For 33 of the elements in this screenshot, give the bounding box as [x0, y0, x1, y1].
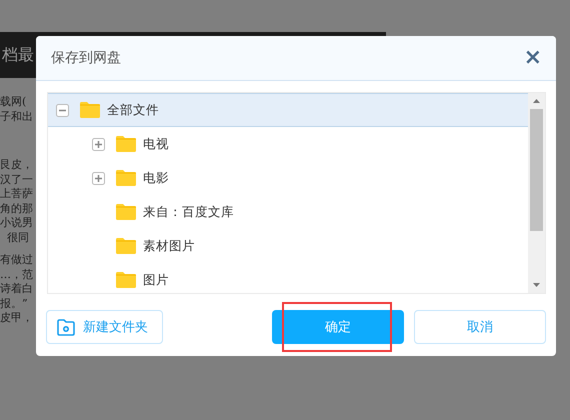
background-text: …，范: [0, 268, 33, 282]
folder-row[interactable]: 图片: [48, 263, 528, 293]
folder-icon: [116, 170, 136, 186]
background-text: 艮皮，: [0, 158, 33, 172]
background-text: 子和出: [0, 110, 33, 124]
folder-icon: [80, 102, 100, 118]
background-text: 皮甲，: [0, 311, 33, 326]
background-text: 小说男: [0, 216, 33, 230]
background-text: 有做过: [0, 253, 33, 268]
background-text: 上菩萨: [0, 187, 33, 202]
expand-toggle-icon[interactable]: [92, 172, 105, 184]
close-button[interactable]: ×: [524, 47, 542, 69]
banner-text: 档最: [2, 44, 34, 66]
expand-toggle-icon[interactable]: [92, 138, 105, 150]
background-text: 很同: [6, 230, 30, 245]
scrollbar[interactable]: [528, 93, 545, 293]
folder-icon: [116, 238, 136, 254]
background-text: 角的那: [0, 202, 33, 216]
background-text: 汉了一: [0, 172, 33, 187]
background-text: 诗着白: [0, 282, 33, 296]
folder-row[interactable]: 电影: [48, 161, 528, 195]
folder-row[interactable]: 全部文件: [48, 93, 528, 127]
folder-plus-icon: [57, 318, 75, 336]
dialog-title: 保存到网盘: [51, 49, 122, 67]
folder-row[interactable]: 来自：百度文库: [48, 195, 528, 229]
folder-icon: [116, 136, 136, 152]
background-text: 报。”: [0, 296, 29, 311]
folder-icon: [116, 204, 136, 220]
folder-row[interactable]: 电视: [48, 127, 528, 161]
folder-icon: [116, 272, 136, 288]
background-text: 载网(: [0, 95, 28, 110]
folder-row[interactable]: 素材图片: [48, 229, 528, 263]
expand-toggle-icon[interactable]: [56, 104, 69, 116]
